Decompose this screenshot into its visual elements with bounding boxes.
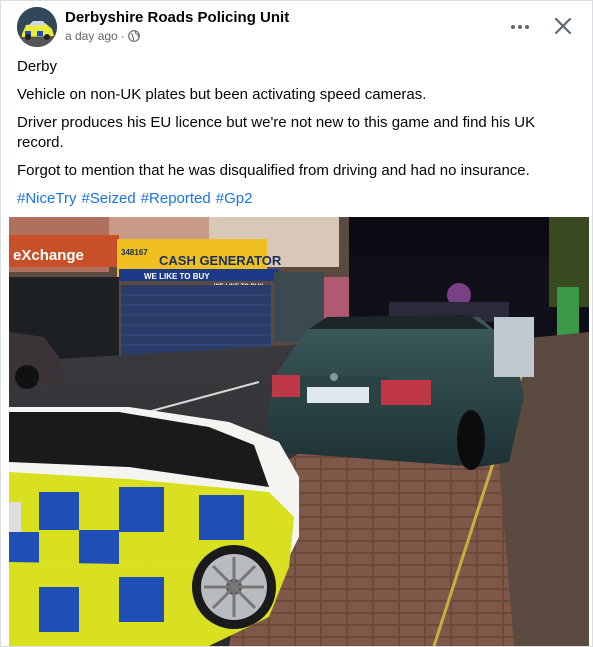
photo-scene: eXchange CASH GENERATOR 348167 WE LIKE T… (9, 217, 589, 646)
post-paragraph: Derby (17, 58, 58, 75)
post-card: Derbyshire Roads Policing Unit a day ago… (0, 0, 593, 647)
globe-icon[interactable] (127, 30, 140, 42)
post-time[interactable]: a day ago (65, 29, 118, 43)
hashtag-nicetry[interactable]: #NiceTry (17, 189, 76, 209)
post-paragraph: Forgot to mention that he was disqualifi… (17, 162, 530, 179)
post-header: Derbyshire Roads Policing Unit a day ago… (17, 7, 576, 49)
meta-separator: · (120, 29, 125, 43)
post-photo[interactable]: eXchange CASH GENERATOR 348167 WE LIKE T… (9, 217, 589, 646)
post-paragraph: Vehicle on non-UK plates but been activa… (17, 86, 427, 103)
shop-sign-cash-generator: CASH GENERATOR (159, 253, 282, 268)
more-options-icon[interactable] (506, 17, 534, 37)
police-car-avatar-icon (17, 7, 57, 47)
hashtag-gp2[interactable]: #Gp2 (216, 189, 253, 209)
shop-sign-exchange: eXchange (13, 247, 84, 264)
post-body: Derby Vehicle on non-UK plates but been … (17, 57, 577, 209)
author-avatar[interactable] (17, 7, 57, 47)
hashtag-list: #NiceTry #Seized #Reported #Gp2 (17, 189, 577, 209)
close-icon[interactable] (550, 13, 576, 39)
shop-sign-number: 348167 (121, 248, 148, 257)
hashtag-reported[interactable]: #Reported (141, 189, 211, 209)
hashtag-seized[interactable]: #Seized (81, 189, 135, 209)
post-paragraph: Driver produces his EU licence but we're… (17, 114, 536, 151)
shop-sign-we-like-to-buy: WE LIKE TO BUY (144, 272, 210, 281)
author-name[interactable]: Derbyshire Roads Policing Unit (65, 9, 289, 26)
post-meta: a day ago · (65, 29, 140, 43)
